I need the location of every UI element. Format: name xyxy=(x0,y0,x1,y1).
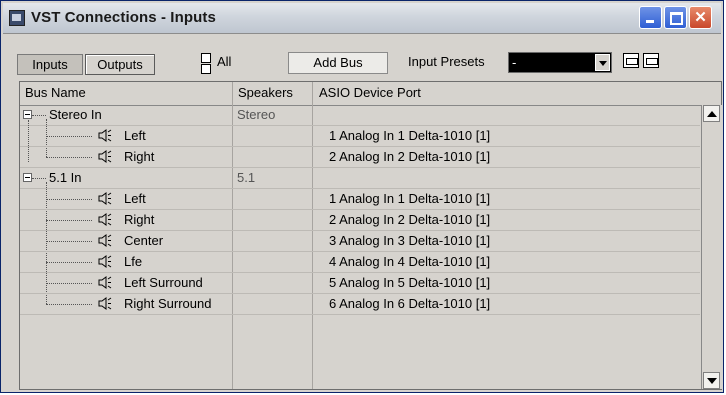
window-title: VST Connections - Inputs xyxy=(31,9,216,26)
maximize-button[interactable] xyxy=(664,6,687,29)
connections-table: Bus Name Speakers ASIO Device Port Stere… xyxy=(19,81,722,390)
channel-name[interactable]: Left xyxy=(124,128,146,143)
tree-connector xyxy=(46,262,92,263)
channel-name[interactable]: Right Surround xyxy=(124,296,211,311)
input-presets-select[interactable]: - xyxy=(508,52,612,73)
tree-connector xyxy=(46,241,92,242)
tree-connector xyxy=(46,220,92,221)
maximize-icon xyxy=(665,7,686,28)
minimize-button[interactable] xyxy=(639,6,662,29)
tab-inputs[interactable]: Inputs xyxy=(17,54,83,75)
tree-connector xyxy=(46,199,92,200)
close-button[interactable]: ✕ xyxy=(689,6,712,29)
input-presets-label: Input Presets xyxy=(408,54,485,69)
asio-device-port[interactable]: 2 Analog In 2 Delta-1010 [1] xyxy=(329,212,490,227)
all-label[interactable]: All xyxy=(217,54,231,69)
asio-device-port[interactable]: 1 Analog In 1 Delta-1010 [1] xyxy=(329,128,490,143)
channel-row[interactable]: Right 2 Analog In 2 Delta-1010 [1] xyxy=(20,147,700,168)
column-header-bus-name[interactable]: Bus Name xyxy=(25,85,86,100)
tab-outputs[interactable]: Outputs xyxy=(85,54,155,75)
speaker-icon xyxy=(98,255,112,268)
toolbar: Inputs Outputs All Add Bus Input Presets… xyxy=(3,34,721,80)
channel-name[interactable]: Lfe xyxy=(124,254,142,269)
column-header-speakers[interactable]: Speakers xyxy=(238,85,293,100)
asio-device-port[interactable]: 4 Analog In 4 Delta-1010 [1] xyxy=(329,254,490,269)
channel-row[interactable]: Left 1 Analog In 1 Delta-1010 [1] xyxy=(20,126,700,147)
asio-device-port[interactable]: 2 Analog In 2 Delta-1010 [1] xyxy=(329,149,490,164)
vst-window-icon xyxy=(9,10,25,26)
channel-row[interactable]: Right Surround 6 Analog In 6 Delta-1010 [… xyxy=(20,294,700,315)
tree-connector xyxy=(28,120,29,162)
channel-row[interactable]: Center 3 Analog In 3 Delta-1010 [1] xyxy=(20,231,700,252)
scroll-up-icon[interactable] xyxy=(703,105,720,122)
collapse-icon[interactable] xyxy=(23,173,32,182)
channel-row[interactable]: Right 2 Analog In 2 Delta-1010 [1] xyxy=(20,210,700,231)
expand-all-icon[interactable] xyxy=(201,52,211,74)
channel-name[interactable]: Left Surround xyxy=(124,275,203,290)
speaker-icon xyxy=(98,192,112,205)
tree-connector xyxy=(46,157,92,158)
table-header: Bus Name Speakers ASIO Device Port xyxy=(20,82,721,106)
tree-connector xyxy=(32,115,46,116)
asio-device-port[interactable]: 5 Analog In 5 Delta-1010 [1] xyxy=(329,275,490,290)
channel-name[interactable]: Center xyxy=(124,233,163,248)
bus-name[interactable]: Stereo In xyxy=(49,107,102,122)
close-icon: ✕ xyxy=(694,9,707,26)
bus-row[interactable]: 5.1 In 5.1 xyxy=(20,168,700,189)
title-bar[interactable]: VST Connections - Inputs ✕ xyxy=(3,3,721,34)
channel-name[interactable]: Left xyxy=(124,191,146,206)
tree-connector xyxy=(46,304,92,305)
asio-device-port[interactable]: 3 Analog In 3 Delta-1010 [1] xyxy=(329,233,490,248)
channel-row[interactable]: Left Surround 5 Analog In 5 Delta-1010 [1… xyxy=(20,273,700,294)
column-header-asio-device-port[interactable]: ASIO Device Port xyxy=(319,85,421,100)
vst-connections-window: VST Connections - Inputs ✕ Inputs Output… xyxy=(0,0,724,393)
remove-preset-icon[interactable] xyxy=(643,53,659,68)
tree-connector xyxy=(32,178,46,179)
bus-speakers: Stereo xyxy=(237,107,276,122)
speaker-icon xyxy=(98,129,112,142)
bus-speakers: 5.1 xyxy=(237,170,256,185)
speaker-icon xyxy=(98,297,112,310)
speaker-icon xyxy=(98,150,112,163)
tree-connector xyxy=(46,136,92,137)
asio-device-port[interactable]: 1 Analog In 1 Delta-1010 [1] xyxy=(329,191,490,206)
channel-row[interactable]: Lfe 4 Analog In 4 Delta-1010 [1] xyxy=(20,252,700,273)
presets-selected-value: - xyxy=(512,55,517,70)
channel-name[interactable]: Right xyxy=(124,212,154,227)
collapse-icon[interactable] xyxy=(23,110,32,119)
bus-name[interactable]: 5.1 In xyxy=(49,170,82,185)
bus-row[interactable]: Stereo In Stereo xyxy=(20,105,700,126)
add-bus-button[interactable]: Add Bus xyxy=(288,52,388,74)
asio-device-port[interactable]: 6 Analog In 6 Delta-1010 [1] xyxy=(329,296,490,311)
minimize-icon xyxy=(640,7,661,28)
tree-connector xyxy=(46,283,92,284)
vertical-scrollbar[interactable] xyxy=(701,105,722,389)
channel-row[interactable]: Left 1 Analog In 1 Delta-1010 [1] xyxy=(20,189,700,210)
channel-name[interactable]: Right xyxy=(124,149,154,164)
speaker-icon xyxy=(98,276,112,289)
chevron-down-icon[interactable] xyxy=(595,54,610,71)
store-preset-icon[interactable] xyxy=(623,53,639,68)
speaker-icon xyxy=(98,213,112,226)
scroll-down-icon[interactable] xyxy=(703,372,720,389)
speaker-icon xyxy=(98,234,112,247)
